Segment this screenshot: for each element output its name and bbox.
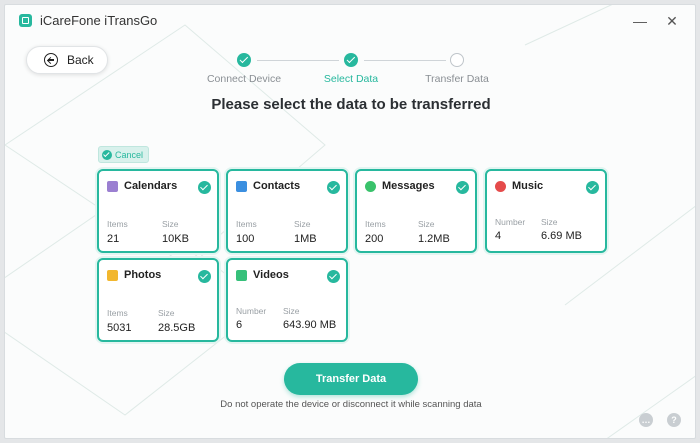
stat1-value: 6 (236, 319, 243, 331)
transfer-data-button[interactable]: Transfer Data (284, 363, 418, 395)
selected-check-icon (327, 270, 340, 283)
stat1-value: 200 (365, 233, 384, 245)
selected-check-icon (456, 181, 469, 194)
back-arrow-icon (44, 53, 58, 67)
app-logo-icon (19, 14, 32, 27)
app-title: iCareFone iTransGo (40, 13, 158, 28)
selected-check-icon (586, 181, 599, 194)
card-title: Music (512, 180, 544, 192)
videos-icon (236, 270, 247, 281)
chat-icon[interactable]: … (639, 413, 653, 427)
title-bar: iCareFone iTransGo — ✕ (5, 5, 695, 35)
selected-check-icon (327, 181, 340, 194)
step-label-transfer-data: Transfer Data (425, 73, 489, 85)
selected-check-icon (198, 181, 211, 194)
step-connector-2 (364, 60, 446, 61)
stat1-value: 4 (495, 230, 502, 242)
stat1-label: Items (365, 219, 386, 229)
back-button-label: Back (67, 53, 94, 67)
calendar-icon (107, 181, 118, 192)
stat1-value: 5031 (107, 322, 132, 334)
photos-icon (107, 270, 118, 281)
stat2-label: Size (418, 219, 435, 229)
stat1-label: Number (495, 217, 526, 227)
stat1-label: Items (236, 219, 257, 229)
step-1-check-icon (237, 53, 251, 67)
stat1-label: Items (107, 308, 128, 318)
data-card-music[interactable]: Music Number 4 Size 6.69 MB (485, 169, 607, 253)
stat1-value: 21 (107, 233, 120, 245)
stat2-label: Size (541, 217, 558, 227)
data-card-contacts[interactable]: Contacts Items 100 Size 1MB (226, 169, 348, 253)
card-title: Videos (253, 269, 289, 281)
data-card-videos[interactable]: Videos Number 6 Size 643.90 MB (226, 258, 348, 342)
step-2-check-icon (344, 53, 358, 67)
back-button[interactable]: Back (26, 46, 108, 74)
warning-hint: Do not operate the device or disconnect … (220, 399, 482, 410)
contacts-icon (236, 181, 247, 192)
stat2-label: Size (283, 306, 300, 316)
check-icon (102, 149, 112, 160)
stat2-value: 1.2MB (418, 233, 450, 245)
cancel-label: Cancel (115, 149, 144, 160)
card-title: Calendars (124, 180, 178, 192)
card-title: Photos (124, 269, 162, 281)
stat2-value: 643.90 MB (283, 319, 337, 331)
step-connector-1 (257, 60, 339, 61)
minimize-icon[interactable]: — (633, 14, 647, 28)
stat2-value: 28.5GB (158, 322, 196, 334)
cancel-selection-chip[interactable]: Cancel (98, 146, 150, 163)
stat2-value: 10KB (162, 233, 189, 245)
stat1-label: Number (236, 306, 267, 316)
card-title: Contacts (253, 180, 301, 192)
stat2-label: Size (162, 219, 179, 229)
music-icon (495, 181, 506, 192)
card-title: Messages (382, 180, 435, 192)
messages-icon (365, 181, 376, 192)
data-card-photos[interactable]: Photos Items 5031 Size 28.5GB (97, 258, 219, 342)
help-icon[interactable]: ? (667, 413, 681, 427)
step-label-connect-device: Connect Device (206, 73, 282, 85)
close-icon[interactable]: ✕ (665, 14, 679, 28)
page-title: Please select the data to be transferred (211, 96, 491, 113)
stat1-value: 100 (236, 233, 255, 245)
data-card-messages[interactable]: Messages Items 200 Size 1.2MB (355, 169, 477, 253)
stat2-value: 6.69 MB (541, 230, 582, 242)
app-window: iCareFone iTransGo — ✕ Back Connect Devi… (4, 4, 696, 439)
selected-check-icon (198, 270, 211, 283)
stat2-label: Size (294, 219, 311, 229)
step-label-select-data: Select Data (323, 73, 379, 85)
step-3-circle-icon (450, 53, 464, 67)
stat1-label: Items (107, 219, 128, 229)
data-card-calendars[interactable]: Calendars Items 21 Size 10KB (97, 169, 219, 253)
stat2-label: Size (158, 308, 175, 318)
stat2-value: 1MB (294, 233, 317, 245)
